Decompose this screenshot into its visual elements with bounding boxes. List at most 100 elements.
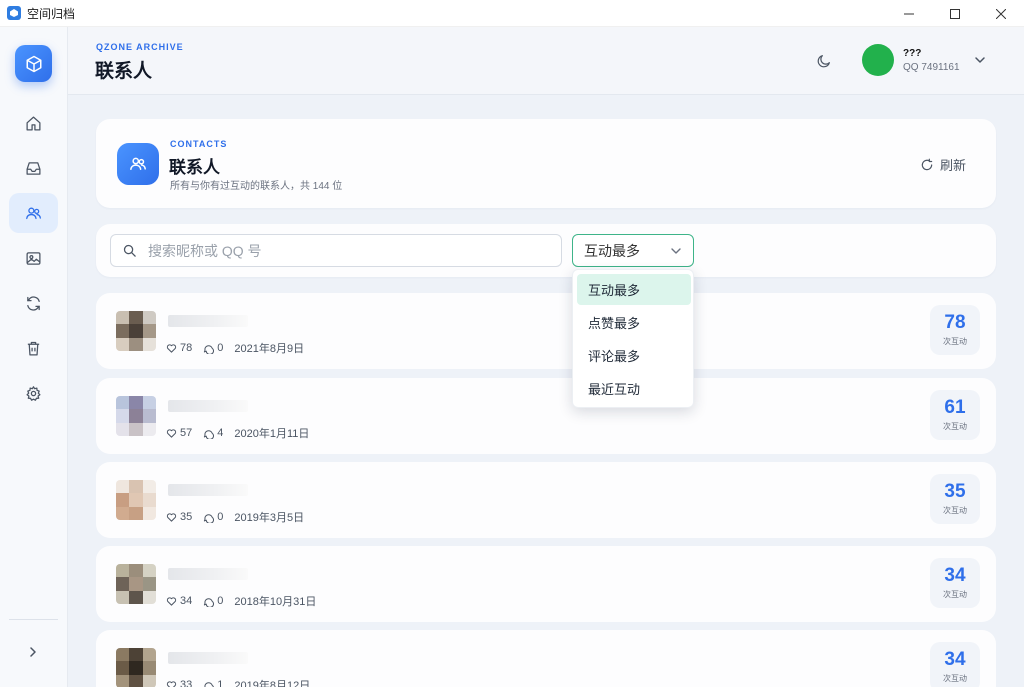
refresh-label: 刷新 [939, 158, 966, 173]
contact-date: 2018年10月31日 [234, 596, 317, 608]
contact-name-redacted [168, 652, 248, 664]
window-title: 空间归档 [27, 6, 76, 21]
close-button[interactable] [978, 0, 1024, 27]
interaction-score: 34 次互动 [930, 558, 980, 608]
contact-name-redacted [168, 484, 248, 496]
sort-option-most-interactions[interactable]: 互动最多 [577, 274, 691, 305]
score-unit: 次互动 [943, 337, 967, 346]
contact-name-redacted [168, 568, 248, 580]
maximize-button[interactable] [932, 0, 978, 27]
contact-date: 2019年3月5日 [234, 512, 305, 524]
sort-option-most-comments[interactable]: 评论最多 [577, 340, 691, 371]
interaction-score: 61 次互动 [930, 390, 980, 440]
refresh-button[interactable]: 刷新 [920, 155, 966, 174]
sort-option-recent[interactable]: 最近互动 [577, 373, 691, 404]
sidebar-item-inbox[interactable] [9, 148, 58, 188]
contact-stats: 35 0 2019年3月5日 [166, 509, 304, 525]
contact-name-redacted [168, 315, 248, 327]
interaction-score: 78 次互动 [930, 305, 980, 355]
contact-comments: 1 [217, 679, 224, 687]
score-value: 34 [944, 565, 966, 586]
contacts-header-card: CONTACTS 联系人 所有与你有过互动的联系人，共 144 位 刷新 [96, 119, 996, 208]
sidebar-divider [9, 619, 58, 620]
score-value: 34 [944, 649, 966, 670]
contact-likes: 33 [180, 679, 193, 687]
theme-toggle-button[interactable] [814, 51, 834, 71]
score-value: 35 [944, 481, 966, 502]
trash-icon [27, 341, 40, 356]
contact-avatar [116, 480, 156, 520]
comment-icon [203, 596, 215, 607]
contact-row[interactable]: 35 0 2019年3月5日 35 次互动 [96, 462, 996, 538]
sort-option-most-likes[interactable]: 点赞最多 [577, 307, 691, 338]
page-header: QZONE ARCHIVE 联系人 ??? QQ 7491161 [68, 27, 1024, 95]
heart-icon [166, 512, 177, 523]
app-logo[interactable] [15, 45, 52, 82]
contact-row[interactable]: 57 4 2020年1月11日 61 次互动 [96, 378, 996, 454]
contact-likes: 57 [180, 427, 193, 439]
comment-icon [203, 428, 215, 439]
chevron-down-icon [975, 57, 985, 63]
score-value: 78 [944, 312, 966, 333]
user-name: ??? [903, 48, 922, 59]
inbox-icon [26, 161, 41, 175]
contact-avatar [116, 648, 156, 687]
user-menu-button[interactable] [973, 53, 987, 67]
comment-icon [203, 680, 215, 687]
sidebar-item-trash[interactable] [9, 328, 58, 368]
contact-likes: 35 [180, 511, 193, 523]
sidebar-expand-button[interactable] [20, 639, 46, 665]
sidebar-item-home[interactable] [9, 103, 58, 143]
heart-icon [166, 428, 177, 439]
contact-stats: 57 4 2020年1月11日 [166, 425, 309, 441]
contact-row[interactable]: 78 0 2021年8月9日 78 次互动 [96, 293, 996, 369]
home-icon [26, 115, 41, 131]
user-qq: QQ 7491161 [903, 62, 960, 73]
users-icon [26, 207, 41, 219]
sort-select[interactable]: 互动最多 [572, 234, 694, 267]
comment-icon [203, 512, 215, 523]
score-unit: 次互动 [943, 590, 967, 599]
contact-avatar [116, 396, 156, 436]
contact-name-redacted [168, 400, 248, 412]
contact-avatar [116, 564, 156, 604]
contacts-kicker: CONTACTS [170, 139, 228, 149]
heart-icon [166, 680, 177, 687]
interaction-score: 34 次互动 [930, 642, 980, 687]
chevron-down-icon [671, 247, 681, 254]
minimize-button[interactable] [886, 0, 932, 27]
sidebar-item-sync[interactable] [9, 283, 58, 323]
sidebar-item-contacts[interactable] [9, 193, 58, 233]
users-icon [130, 157, 146, 170]
sidebar [0, 27, 68, 687]
contact-stats: 34 0 2018年10月31日 [166, 593, 316, 609]
contact-stats: 78 0 2021年8月9日 [166, 340, 304, 356]
contact-likes: 78 [180, 342, 193, 354]
contacts-subtitle: 所有与你有过互动的联系人，共 144 位 [170, 181, 343, 192]
contact-date: 2020年1月11日 [234, 428, 310, 440]
score-value: 61 [944, 397, 966, 418]
score-unit: 次互动 [943, 506, 967, 515]
contact-comments: 4 [217, 427, 224, 439]
score-unit: 次互动 [943, 422, 967, 431]
sidebar-item-settings[interactable] [9, 373, 58, 413]
interaction-score: 35 次互动 [930, 474, 980, 524]
contact-comments: 0 [217, 511, 224, 523]
refresh-icon [921, 158, 933, 170]
search-box[interactable] [110, 234, 562, 267]
search-icon [122, 243, 138, 259]
image-icon [26, 251, 41, 265]
chevron-right-icon [30, 647, 36, 657]
app-icon [7, 6, 21, 20]
contact-row[interactable]: 33 1 2019年8月12日 34 次互动 [96, 630, 996, 687]
contact-likes: 34 [180, 595, 193, 607]
user-avatar[interactable] [862, 44, 894, 76]
contacts-title: 联系人 [169, 158, 220, 177]
contact-row[interactable]: 34 0 2018年10月31日 34 次互动 [96, 546, 996, 622]
search-input[interactable] [148, 242, 548, 259]
contacts-card-icon [117, 143, 159, 185]
sync-icon [27, 295, 40, 311]
title-bar: 空间归档 [0, 0, 1024, 27]
contact-date: 2021年8月9日 [234, 343, 305, 355]
sidebar-item-photos[interactable] [9, 238, 58, 278]
